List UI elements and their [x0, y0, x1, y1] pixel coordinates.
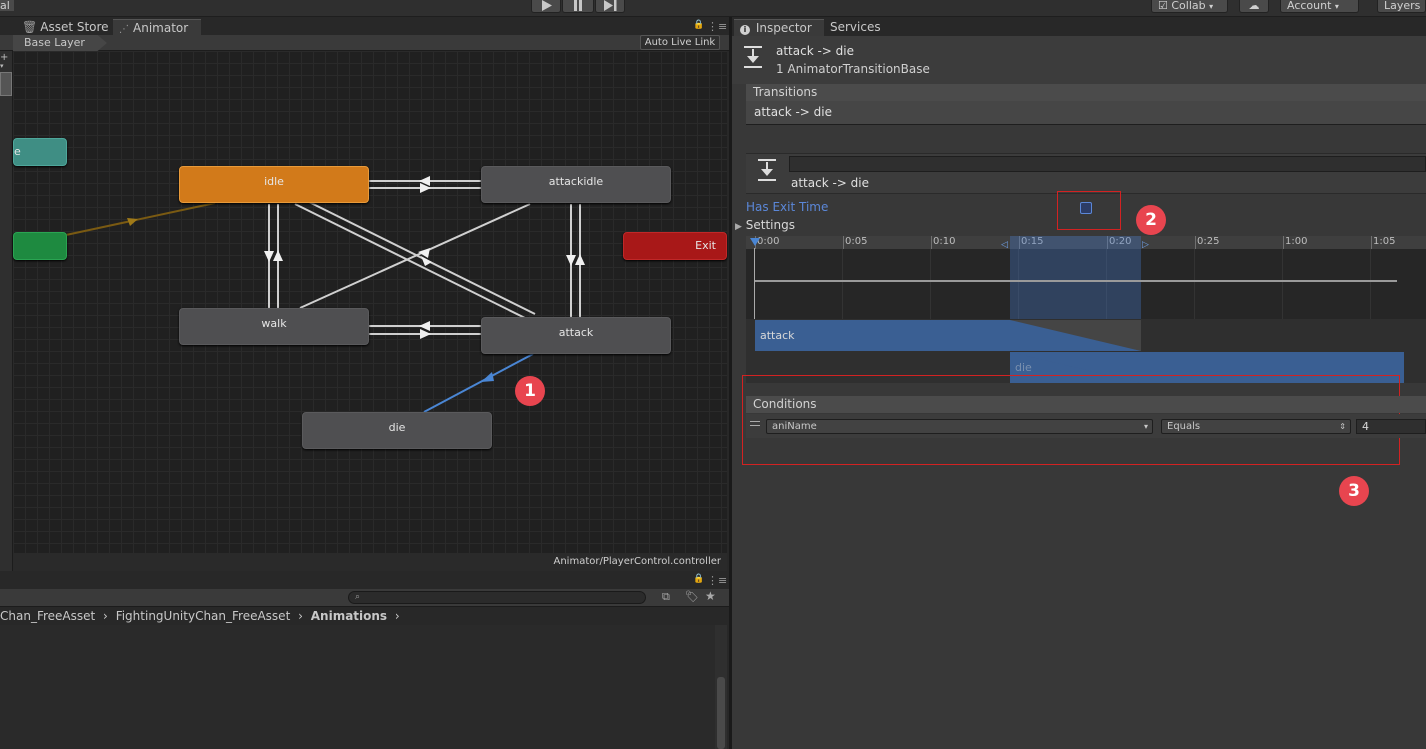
arrow-icon	[273, 250, 283, 261]
annotation-badge-3: 3	[1339, 476, 1369, 506]
state-walk[interactable]: walk	[179, 308, 369, 345]
collab-button[interactable]: ☑ Collab ▾	[1151, 0, 1228, 13]
chevron-right-icon: ›	[103, 609, 108, 623]
curve-line	[755, 280, 1397, 282]
annotation-badge-2: 2	[1136, 205, 1166, 235]
project-panel-tabbar	[0, 571, 729, 589]
arrow-icon	[481, 372, 494, 382]
project-search-input[interactable]: ⌕	[348, 591, 646, 604]
blend-overlay	[1010, 320, 1141, 383]
dropdown-arrow-icon: ▾	[1209, 2, 1214, 11]
cloud-button[interactable]: ☁	[1239, 0, 1269, 13]
duration-end-marker-icon[interactable]: ▷	[1142, 240, 1149, 250]
transition-icon	[742, 45, 764, 71]
state-attackidle[interactable]: attackidle	[481, 166, 671, 203]
condition-mode-dropdown[interactable]: Equals ⇕	[1161, 419, 1351, 434]
state-die[interactable]: die	[302, 412, 492, 449]
settings-foldout[interactable]: ▶ Settings	[735, 218, 795, 232]
arrow-icon	[127, 218, 138, 226]
tick-label: 0:10	[931, 236, 956, 249]
check-icon: ☑	[1158, 0, 1168, 12]
transition-entry-idle[interactable]	[65, 202, 216, 236]
state-idle[interactable]: idle	[179, 166, 369, 203]
tick-label: 0:25	[1195, 236, 1220, 249]
clip-from-label: attack	[760, 329, 795, 342]
transitions-header: Transitions	[746, 84, 1426, 101]
graph-footer: Animator/PlayerControl.controller	[13, 553, 727, 571]
tick-label: 1:05	[1371, 236, 1396, 249]
info-icon: i	[740, 25, 750, 35]
search-icon: ⌕	[355, 592, 361, 602]
vertical-scrollbar[interactable]	[715, 625, 727, 749]
transition-list-item[interactable]: attack -> die	[746, 101, 1426, 125]
arrow-icon	[421, 256, 432, 266]
arrow-icon	[264, 251, 274, 262]
project-breadcrumb: Chan_FreeAsset › FightingUnityChan_FreeA…	[0, 608, 729, 625]
stepper-arrows-icon: ⇕	[1339, 422, 1346, 431]
dropdown-arrow-icon: ▾	[1334, 2, 1339, 11]
chevron-right-icon: ›	[394, 609, 400, 623]
breadcrumb-item[interactable]: FightingUnityChan_FreeAsset	[116, 609, 291, 623]
has-exit-time-label: Has Exit Time	[746, 200, 829, 214]
cloud-icon: ☁	[1248, 0, 1260, 12]
tick-label: 0:05	[843, 236, 868, 249]
exit-time-marker-icon[interactable]: ◁	[1001, 240, 1008, 250]
layers-button[interactable]: Layers	[1377, 0, 1426, 13]
panel-menu-icon[interactable]: ⋮≡	[707, 574, 727, 587]
transition-lines	[65, 176, 585, 413]
lock-icon[interactable]: 🔒	[693, 574, 704, 584]
state-attack[interactable]: attack	[481, 317, 671, 354]
condition-value-field[interactable]: 4	[1356, 419, 1426, 434]
tick-label: 1:00	[1283, 236, 1308, 249]
annotation-badge-1: 1	[515, 376, 545, 406]
transition-name-field[interactable]	[789, 156, 1426, 172]
arrow-icon	[566, 255, 576, 266]
chevron-right-icon: ›	[298, 609, 303, 623]
has-exit-time-checkbox[interactable]	[1080, 202, 1092, 214]
transition-detail-title: attack -> die	[791, 176, 870, 190]
triangle-right-icon: ▶	[735, 222, 742, 232]
breadcrumb-item-current[interactable]: Animations	[311, 609, 387, 623]
account-button[interactable]: Account ▾	[1280, 0, 1359, 13]
favorite-star-icon[interactable]: ★	[705, 589, 716, 603]
chevron-down-icon: ▾	[1143, 422, 1148, 431]
tab-services[interactable]: Services	[824, 19, 894, 36]
filter-by-label-icon[interactable]: 🏷	[685, 590, 699, 603]
inspector-subtitle: 1 AnimatorTransitionBase	[776, 62, 930, 76]
transition-duration-region[interactable]	[1010, 236, 1141, 320]
conditions-header: Conditions	[746, 396, 1426, 413]
filter-by-type-icon[interactable]: ⧉	[662, 590, 670, 604]
transition-icon	[756, 158, 778, 184]
scrollbar-thumb[interactable]	[717, 677, 725, 749]
tab-inspector[interactable]: i Inspector	[734, 19, 824, 36]
breadcrumb-item[interactable]: Chan_FreeAsset	[0, 609, 95, 623]
inspector-title: attack -> die	[776, 44, 855, 58]
project-file-area[interactable]	[0, 625, 715, 749]
arrow-icon	[575, 254, 585, 265]
playhead-marker-icon[interactable]	[750, 238, 760, 248]
drag-handle-icon[interactable]	[750, 421, 760, 426]
state-entry-partial[interactable]	[13, 232, 67, 260]
state-exit[interactable]: Exit	[623, 232, 727, 260]
state-any-state-partial[interactable]: e	[13, 138, 67, 166]
condition-parameter-dropdown[interactable]: aniName ▾	[766, 419, 1153, 434]
